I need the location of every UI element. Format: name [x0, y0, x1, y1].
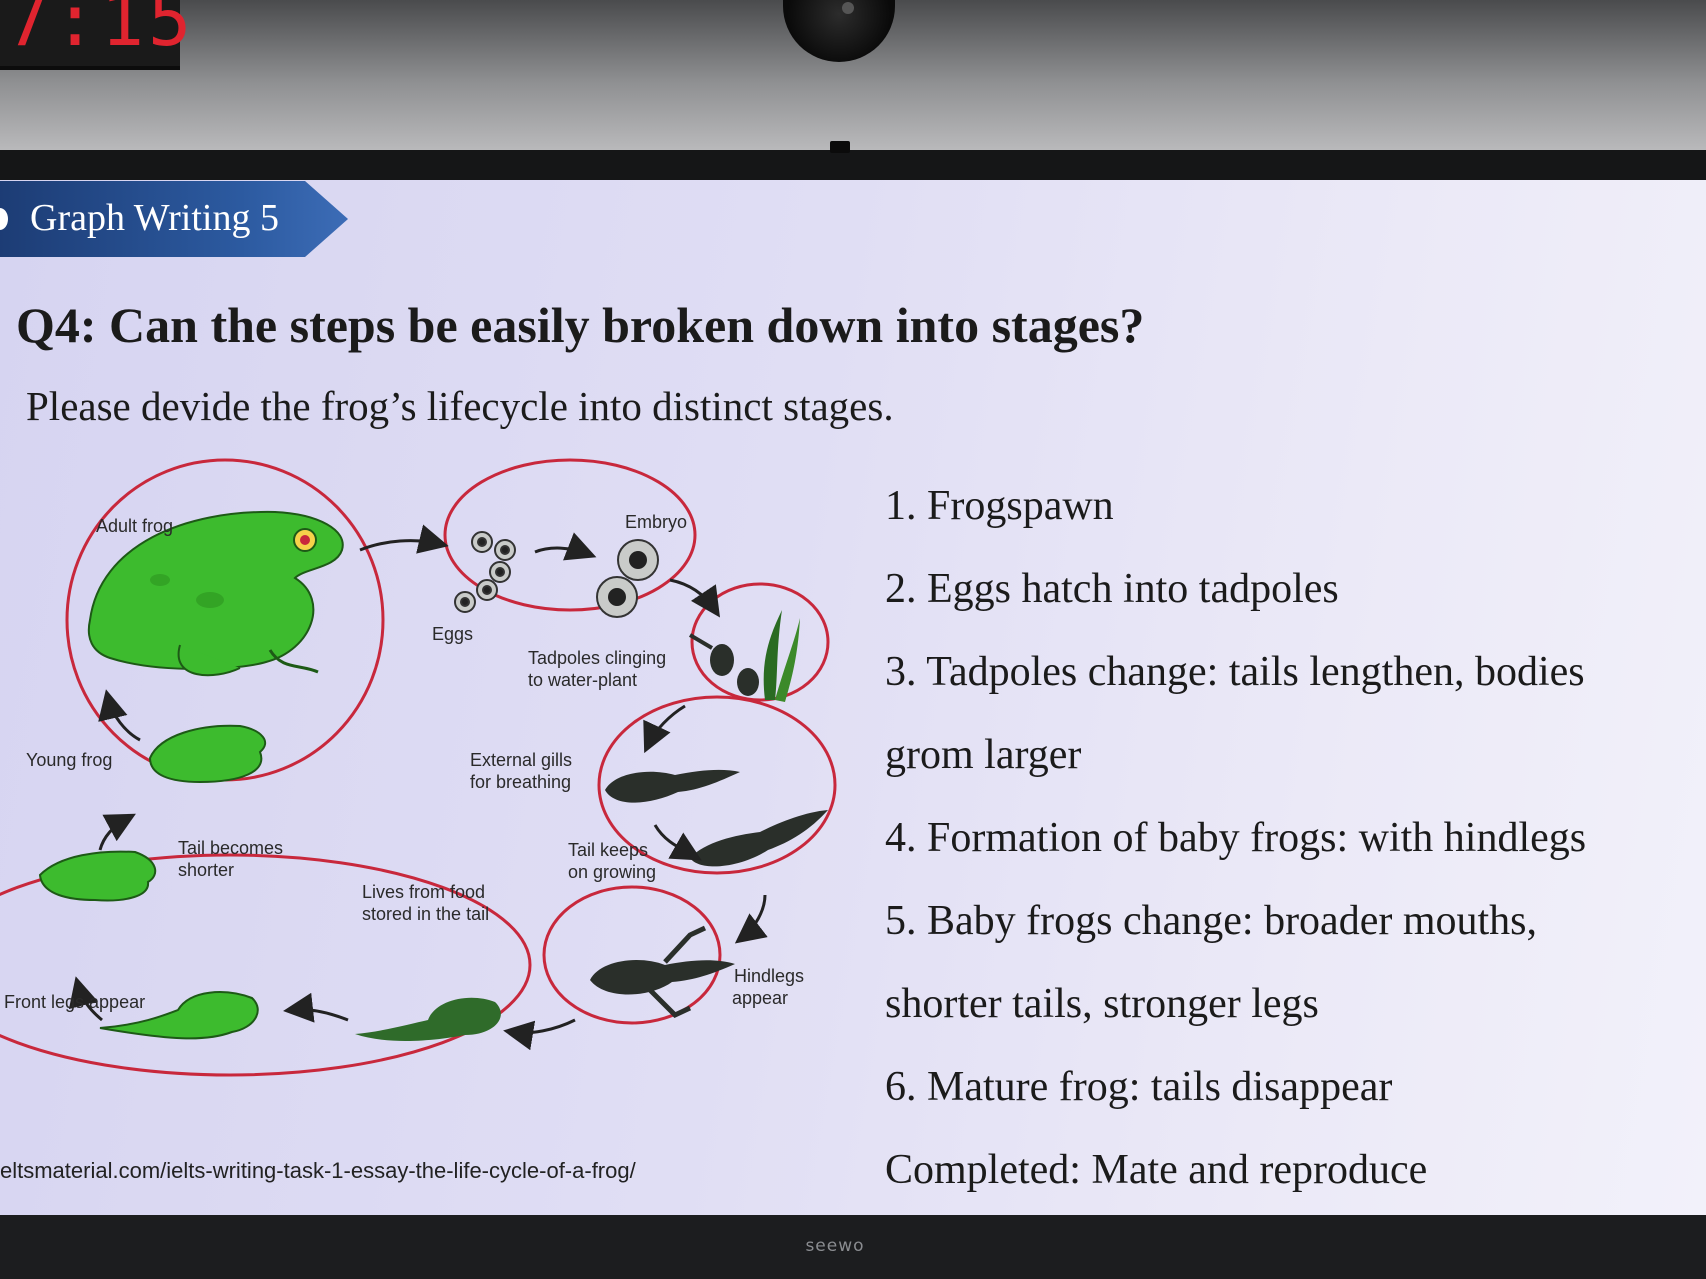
tv-sensor [830, 141, 850, 153]
stage-item: 2. Eggs hatch into tadpoles [885, 566, 1339, 612]
stage-item: 3. Tadpoles change: tails lengthen, bodi… [885, 649, 1585, 695]
label-front-legs: Front legs appear [4, 992, 145, 1012]
presentation-slide: Graph Writing 5 Q4: Can the steps be eas… [0, 180, 1706, 1215]
stage-item: 5. Baby frogs change: broader mouths, [885, 898, 1538, 944]
label-young-frog: Young frog [26, 750, 112, 770]
wall-clock: 7:15 [0, 0, 191, 70]
source-url: eltsmaterial.com/ielts-writing-task-1-es… [0, 1158, 636, 1183]
stage-item-continuation: grom larger [885, 732, 1082, 778]
banner-title: Graph Writing 5 [30, 197, 279, 239]
label-embryo: Embryo [625, 512, 687, 532]
label-lives-food-2: stored in the tail [362, 904, 489, 924]
label-tail-shorter-2: shorter [178, 860, 234, 880]
embryo-illustration [596, 539, 659, 618]
stage-circle-hindlegs [542, 885, 722, 1025]
label-hindlegs-1: Hindlegs [734, 966, 804, 986]
label-tail-shorter-1: Tail becomes [178, 838, 283, 858]
label-hindlegs-2: appear [732, 988, 788, 1008]
label-lives-food-1: Lives from food [362, 882, 485, 902]
instruction-text: Please devide the frog’s lifecycle into … [26, 383, 894, 429]
stage-item: 6. Mature frog: tails disappear [885, 1064, 1393, 1110]
question-heading: Q4: Can the steps be easily broken down … [16, 297, 1145, 353]
frog-lifecycle-diagram: Adult frog Embryo Eggs Tadpoles clinging… [0, 458, 837, 1077]
clock-digits: 7:15 [6, 0, 196, 62]
label-tail-grows-1: Tail keeps [568, 840, 648, 860]
label-eggs: Eggs [432, 624, 473, 644]
label-tadpoles-clinging-2: to water-plant [528, 670, 637, 690]
tadpoles-on-plant-illustration [688, 610, 800, 702]
label-external-gills-2: for breathing [470, 772, 571, 792]
stage-item: 1. Frogspawn [885, 483, 1114, 529]
label-tail-grows-2: on growing [568, 862, 656, 882]
stage-item-continuation: shorter tails, stronger legs [885, 981, 1319, 1027]
tv-brand-logo: seewo [805, 1236, 865, 1256]
adult-frog-illustration [87, 510, 344, 677]
webcam-lens [842, 2, 854, 14]
label-adult-frog: Adult frog [96, 516, 173, 536]
stage-circle-clinging [690, 582, 830, 702]
label-tadpoles-clinging-1: Tadpoles clinging [528, 648, 666, 668]
label-external-gills-1: External gills [470, 750, 572, 770]
stage-item: Completed: Mate and reproduce [885, 1147, 1428, 1193]
stage-list: 1. Frogspawn 2. Eggs hatch into tadpoles… [885, 465, 1690, 1212]
stage-item: 4. Formation of baby frogs: with hindleg… [885, 815, 1587, 861]
tv-bezel-top [0, 150, 1706, 180]
stage-circles [0, 458, 837, 1077]
